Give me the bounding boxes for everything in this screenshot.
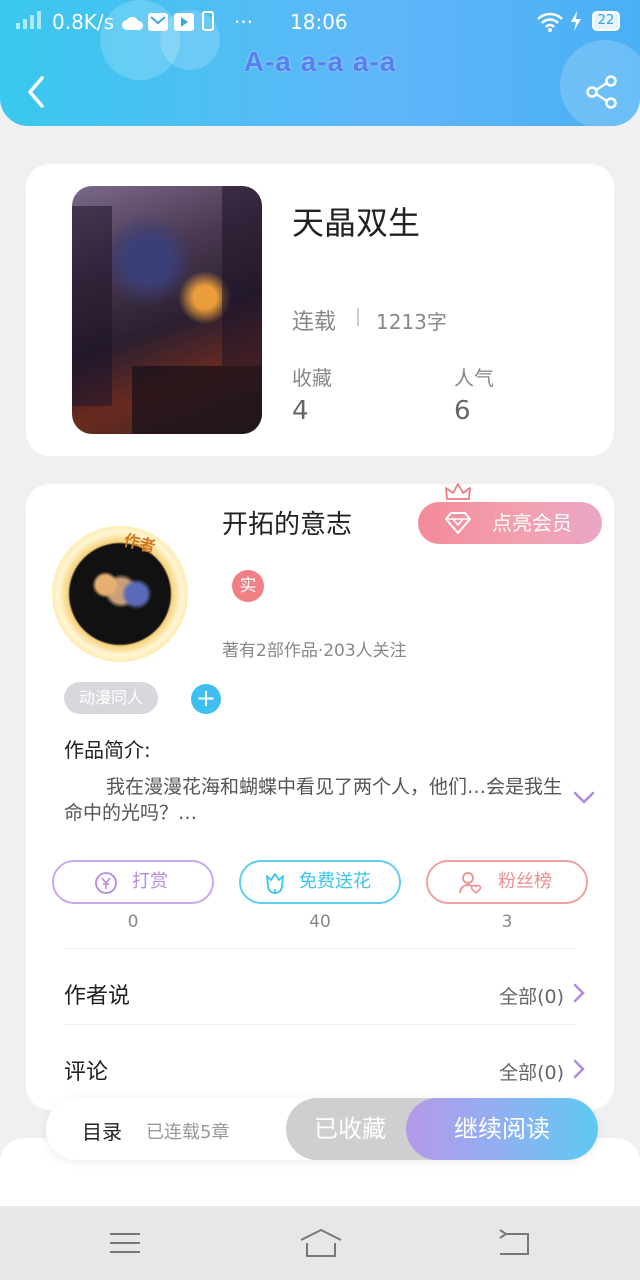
verified-badge: 实 bbox=[232, 570, 264, 602]
favorites-label: 收藏 bbox=[292, 366, 332, 390]
diamond-icon bbox=[445, 512, 471, 534]
popularity-label: 人气 bbox=[454, 366, 494, 390]
divider bbox=[64, 1024, 576, 1025]
book-info-card: 天晶双生 连载 1213字 收藏 4 人气 6 bbox=[26, 164, 614, 456]
system-nav-bar bbox=[0, 1206, 640, 1280]
author-says-title[interactable]: 作者说 bbox=[64, 978, 130, 1010]
user-heart-icon bbox=[459, 872, 482, 895]
popularity-count: 6 bbox=[454, 396, 471, 426]
tip-button[interactable]: 打赏 bbox=[52, 860, 214, 904]
book-cover-image[interactable] bbox=[72, 186, 262, 434]
back-arrow-icon bbox=[28, 76, 44, 108]
phone-icon bbox=[202, 11, 214, 36]
send-flower-button[interactable]: 免费送花 bbox=[239, 860, 401, 904]
add-tag-button[interactable]: + bbox=[191, 684, 221, 714]
favorites-count: 4 bbox=[292, 396, 309, 426]
author-card: 作者 开拓的意志 点亮会员 实 著有2部作品·203人关注 动漫同人 + 作品简… bbox=[26, 483, 614, 1110]
genre-tag[interactable]: 动漫同人 bbox=[64, 682, 158, 714]
bottom-action-bar: 目录 已连载5章 已收藏 继续阅读 bbox=[46, 1098, 598, 1160]
divider bbox=[357, 308, 359, 326]
cloud-icon bbox=[122, 12, 144, 36]
fan-ranking-label: 粉丝榜 bbox=[498, 871, 552, 892]
wifi-icon bbox=[536, 12, 564, 37]
toc-button[interactable]: 目录 bbox=[82, 1116, 122, 1145]
chevron-down-icon[interactable] bbox=[572, 790, 596, 806]
back-nav-icon[interactable] bbox=[496, 1226, 536, 1260]
play-icon bbox=[174, 12, 194, 36]
author-avatar[interactable]: 作者 bbox=[52, 526, 188, 662]
home-icon[interactable] bbox=[298, 1226, 344, 1260]
tip-count: 0 bbox=[127, 912, 139, 932]
tip-label: 打赏 bbox=[132, 871, 168, 892]
comments-all-link[interactable]: 全部(0) bbox=[499, 1058, 564, 1085]
flower-icon bbox=[266, 873, 284, 894]
yen-coin-icon bbox=[95, 872, 117, 894]
intro-text: 我在漫漫花海和蝴蝶中看见了两个人，他们…会是我生命中的光吗？… bbox=[64, 776, 563, 824]
status-bar: 0.8K/s ··· 18:06 22 bbox=[0, 0, 640, 44]
share-icon bbox=[586, 75, 617, 109]
comments-title[interactable]: 评论 bbox=[64, 1054, 108, 1086]
vip-membership-button[interactable]: 点亮会员 bbox=[418, 502, 602, 544]
book-status: 连载 bbox=[292, 310, 337, 335]
crown-icon bbox=[445, 483, 471, 500]
back-button[interactable] bbox=[18, 70, 58, 114]
app-title: A-a a-a a-a bbox=[243, 46, 397, 77]
chevron-right-icon[interactable] bbox=[572, 982, 586, 1004]
word-count: 1213字 bbox=[376, 310, 447, 334]
intro-label: 作品简介: bbox=[64, 738, 151, 762]
send-flower-label: 免费送花 bbox=[299, 871, 371, 892]
header: 0.8K/s ··· 18:06 22 A-a a-a a-a bbox=[0, 0, 640, 126]
more-dots: ··· bbox=[234, 10, 254, 34]
mail-icon bbox=[148, 12, 168, 36]
signal-icon bbox=[16, 10, 44, 34]
flower-count: 40 bbox=[309, 912, 331, 932]
battery-indicator: 22 bbox=[592, 11, 620, 31]
author-says-all-link[interactable]: 全部(0) bbox=[499, 982, 564, 1009]
clock: 18:06 bbox=[290, 10, 348, 34]
network-speed: 0.8K/s bbox=[52, 10, 115, 34]
chevron-right-icon[interactable] bbox=[572, 1058, 586, 1080]
author-meta: 著有2部作品·203人关注 bbox=[222, 641, 407, 661]
menu-icon[interactable] bbox=[106, 1226, 146, 1260]
chapter-count: 已连载5章 bbox=[146, 1122, 230, 1143]
fan-ranking-button[interactable]: 粉丝榜 bbox=[426, 860, 588, 904]
charging-icon bbox=[570, 11, 582, 36]
share-button[interactable] bbox=[584, 74, 620, 110]
divider bbox=[64, 948, 576, 949]
fan-count: 3 bbox=[501, 912, 513, 932]
vip-label: 点亮会员 bbox=[492, 511, 572, 535]
continue-reading-button[interactable]: 继续阅读 bbox=[406, 1098, 598, 1160]
author-name[interactable]: 开拓的意志 bbox=[222, 504, 352, 541]
book-title: 天晶双生 bbox=[292, 204, 421, 242]
